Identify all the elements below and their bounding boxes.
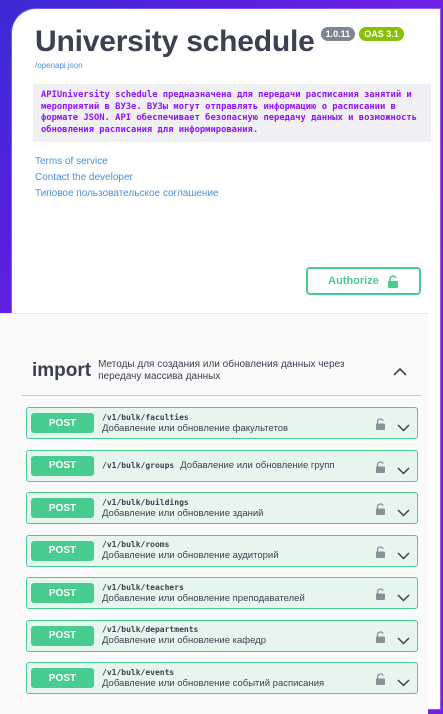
operation-post-faculties[interactable]: POST /v1/bulk/faculties Добавление или о… [26,407,418,439]
contact-developer-link[interactable]: Contact the developer [35,170,417,186]
authorize-label: Authorize [328,275,379,287]
chevron-down-icon[interactable] [397,462,410,480]
operation-summary: Добавление или обновление зданий [102,507,264,519]
operation-text: /v1/bulk/buildings Добавление или обновл… [102,498,372,519]
openapi-url-link[interactable]: /openapi.json [35,61,417,70]
chevron-up-icon[interactable] [393,363,407,381]
oas-badge: OAS 3.1 [359,27,404,41]
page-title: University schedule [35,25,315,58]
operation-post-rooms[interactable]: POST /v1/bulk/rooms Добавление или обнов… [26,534,418,567]
operation-summary: Добавление или обновление аудиторий [102,550,279,561]
operation-post-groups[interactable]: POST /v1/bulk/groups Добавление или обно… [26,449,418,482]
lock-icon[interactable] [375,630,386,648]
operations-list: POST /v1/bulk/faculties Добавление или о… [26,407,418,705]
operation-path: /v1/bulk/departments [102,625,199,634]
lock-icon[interactable] [375,545,386,563]
operation-summary: Добавление или обновление событий распис… [102,677,325,689]
chevron-down-icon[interactable] [397,632,410,650]
operation-text: /v1/bulk/teachers Добавление или обновле… [102,583,372,604]
user-agreement-link[interactable]: Типовое пользовательское соглашение [35,186,417,202]
operation-text: /v1/bulk/rooms Добавление или обновление… [102,540,372,561]
version-badge: 1.0.11 [320,27,356,41]
method-badge: POST [31,455,94,476]
lock-icon[interactable] [375,460,386,478]
operation-text: /v1/bulk/departments Добавление или обно… [102,625,372,646]
operation-text: /v1/bulk/groups Добавление или обновлени… [102,460,372,471]
operation-path: /v1/bulk/buildings [102,497,189,507]
api-description: APIUniversity schedule предназначена для… [33,84,431,143]
title-row: University schedule 1.0.11 OAS 3.1 [35,23,417,61]
lock-icon[interactable] [375,587,386,605]
chevron-down-icon[interactable] [397,589,410,607]
chevron-down-icon[interactable] [397,547,410,565]
chevron-down-icon[interactable] [397,504,410,522]
operation-text: /v1/bulk/events Добавление или обновлени… [102,668,372,689]
operation-post-events[interactable]: POST /v1/bulk/events Добавление или обно… [26,662,418,694]
method-badge: POST [31,625,94,646]
operation-summary: Добавление или обновление групп [180,460,335,471]
method-badge: POST [31,583,94,603]
operation-path: /v1/bulk/teachers [102,582,184,592]
tag-import-header[interactable]: import Методы для создания или обновлени… [22,347,421,396]
operation-summary: Добавление или обновление кафедр [102,635,267,646]
operation-text: /v1/bulk/faculties Добавление или обновл… [102,413,372,434]
operation-summary: Добавление или обновление факультетов [102,422,289,434]
method-badge: POST [31,668,94,688]
operation-post-teachers[interactable]: POST /v1/bulk/teachers Добавление или об… [26,577,418,609]
chevron-down-icon[interactable] [397,674,410,692]
chevron-down-icon[interactable] [397,419,410,437]
operation-post-departments[interactable]: POST /v1/bulk/departments Добавление или… [26,619,418,652]
method-badge: POST [31,498,94,518]
operation-path: /v1/bulk/faculties [102,412,189,422]
lock-icon[interactable] [375,672,386,690]
operation-summary: Добавление или обновление преподавателей [102,592,305,604]
operation-path: /v1/bulk/rooms [102,540,170,549]
tag-description: Методы для создания или обновления данны… [98,359,345,382]
method-badge: POST [31,540,94,561]
tag-name: import [32,360,92,381]
operation-path: /v1/bulk/groups [102,460,175,470]
unlocked-lock-icon [387,274,399,288]
info-links: Terms of service Contact the developer Т… [35,154,417,202]
method-badge: POST [31,413,94,433]
terms-of-service-link[interactable]: Terms of service [35,154,417,170]
authorize-button[interactable]: Authorize [306,267,421,295]
lock-icon[interactable] [375,417,386,435]
lock-icon[interactable] [375,502,386,520]
operation-path: /v1/bulk/events [102,667,175,677]
operation-post-buildings[interactable]: POST /v1/bulk/buildings Добавление или о… [26,492,418,524]
